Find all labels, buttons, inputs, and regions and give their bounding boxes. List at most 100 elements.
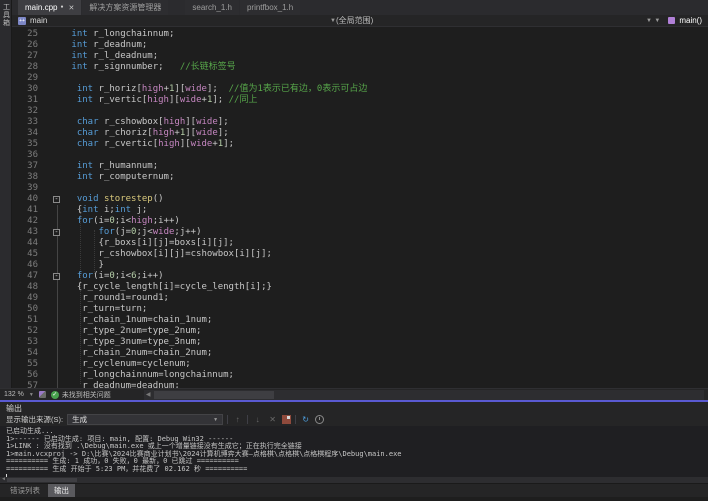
member-name: main() xyxy=(679,16,702,25)
code-text: r_type_2num=type_2num; xyxy=(66,326,201,337)
code-lines: 25 int r_longchainnum;26 int r_deadnum;2… xyxy=(12,29,708,388)
document-health-indicator[interactable]: ✓ 未找到相关问题 xyxy=(51,390,111,400)
outline-gutter xyxy=(42,29,66,40)
code-editor[interactable]: 25 int r_longchainnum;26 int r_deadnum;2… xyxy=(12,27,708,388)
cpp-file-icon: ++ xyxy=(18,17,26,25)
code-line: 45 r_cshowbox[i][j]=cshowbox[i][j]; xyxy=(12,249,708,260)
outline-gutter xyxy=(42,370,66,381)
outline-gutter xyxy=(42,95,66,106)
project-dropdown[interactable]: ++ main ▼ xyxy=(18,16,336,25)
line-number[interactable]: 49 xyxy=(12,293,42,304)
goto-next-message-icon[interactable]: ↓ xyxy=(252,414,263,425)
collapse-toggle[interactable]: - xyxy=(53,196,60,203)
outline-gutter xyxy=(42,73,66,84)
line-number[interactable]: 40 xyxy=(12,194,42,205)
code-line: 30 int r_horiz[high+1][wide]; //值为1表示已有边… xyxy=(12,84,708,95)
line-number[interactable]: 42 xyxy=(12,216,42,227)
outline-gutter xyxy=(42,62,66,73)
line-number[interactable]: 56 xyxy=(12,370,42,381)
toolbar-separator xyxy=(295,415,296,424)
panel-tab-输出[interactable]: 输出 xyxy=(48,484,75,497)
line-number[interactable]: 28 xyxy=(12,62,42,73)
code-text: r_cyclenum=cyclenum; xyxy=(66,359,191,370)
line-number[interactable]: 52 xyxy=(12,326,42,337)
output-log[interactable]: 已启动生成...1>------ 已启动生成: 项目: main, 配置: De… xyxy=(0,426,708,483)
line-number[interactable]: 53 xyxy=(12,337,42,348)
outline-gutter xyxy=(42,381,66,388)
code-line: 55 r_cyclenum=cyclenum; xyxy=(12,359,708,370)
line-number[interactable]: 47 xyxy=(12,271,42,282)
line-number[interactable]: 50 xyxy=(12,304,42,315)
line-number[interactable]: 26 xyxy=(12,40,42,51)
code-cleanup-icon[interactable] xyxy=(39,391,46,398)
output-panel: 输出 显示输出来源(S): 生成 ▼ ↑ ↓ ✕ ↻ 已启动生成...1>---… xyxy=(0,402,708,501)
line-number[interactable]: 29 xyxy=(12,73,42,84)
doc-tab-search_1.h[interactable]: search_1.h xyxy=(185,0,239,15)
line-number[interactable]: 39 xyxy=(12,183,42,194)
chevron-down-icon: ▼ xyxy=(213,417,218,423)
outline-gutter xyxy=(42,150,66,161)
copy-output-icon[interactable]: ✕ xyxy=(267,414,278,425)
scope-dropdown[interactable]: (全局范围) ▼ xyxy=(336,15,652,26)
collapse-toggle[interactable]: - xyxy=(53,273,60,280)
code-text: r_round1=round1; xyxy=(66,293,169,304)
panel-tab-错误列表[interactable]: 错误列表 xyxy=(4,484,46,497)
line-number[interactable]: 34 xyxy=(12,128,42,139)
code-line: 50 r_turn=turn; xyxy=(12,304,708,315)
goto-prev-message-icon[interactable]: ↑ xyxy=(232,414,243,425)
zoom-level[interactable]: 132 % xyxy=(4,391,24,398)
code-line: 49 r_round1=round1; xyxy=(12,293,708,304)
scroll-left-icon[interactable]: ◀ xyxy=(0,476,7,483)
outline-gutter xyxy=(42,117,66,128)
zoom-dropdown-icon[interactable]: ▼ xyxy=(29,392,34,398)
line-number[interactable]: 51 xyxy=(12,315,42,326)
close-icon[interactable]: ✕ xyxy=(69,4,75,12)
line-number[interactable]: 57 xyxy=(12,381,42,388)
line-number[interactable]: 36 xyxy=(12,150,42,161)
scrollbar-thumb[interactable] xyxy=(7,478,77,482)
check-circle-icon: ✓ xyxy=(51,391,59,399)
line-number[interactable]: 38 xyxy=(12,172,42,183)
line-number[interactable]: 25 xyxy=(12,29,42,40)
line-number[interactable]: 41 xyxy=(12,205,42,216)
line-number[interactable]: 45 xyxy=(12,249,42,260)
line-number[interactable]: 46 xyxy=(12,260,42,271)
doc-tab-解决方案资源管理器[interactable]: 解决方案资源管理器 xyxy=(82,0,168,15)
doc-tab-main.cpp[interactable]: main.cpp●✕ xyxy=(18,0,81,15)
output-source-select[interactable]: 生成 ▼ xyxy=(67,414,223,425)
timestamp-icon[interactable] xyxy=(315,415,324,424)
word-wrap-icon[interactable]: ↻ xyxy=(300,414,311,425)
line-number[interactable]: 48 xyxy=(12,282,42,293)
line-number[interactable]: 27 xyxy=(12,51,42,62)
code-line: 27 int r_l_deadnum; xyxy=(12,51,708,62)
outline-gutter xyxy=(42,315,66,326)
line-number[interactable]: 55 xyxy=(12,359,42,370)
outline-gutter xyxy=(42,205,66,216)
doc-tab-label: main.cpp xyxy=(25,3,57,12)
chevron-down-icon[interactable]: ▼ xyxy=(654,18,660,24)
doc-tab-printfbox_1.h[interactable]: printfbox_1.h xyxy=(240,0,300,15)
outline-gutter xyxy=(42,40,66,51)
line-number[interactable]: 35 xyxy=(12,139,42,150)
collapse-toggle[interactable]: - xyxy=(53,229,60,236)
line-number[interactable]: 44 xyxy=(12,238,42,249)
clear-all-icon[interactable] xyxy=(282,415,291,424)
line-number[interactable]: 54 xyxy=(12,348,42,359)
line-number[interactable]: 33 xyxy=(12,117,42,128)
output-line: ========== 生成 开始于 5:23 PM，并花费了 02.162 秒 … xyxy=(6,466,708,474)
member-dropdown[interactable]: ▼ main() xyxy=(652,16,702,25)
scroll-left-icon[interactable]: ◀ xyxy=(144,391,151,398)
output-horizontal-scrollbar[interactable]: ◀ xyxy=(0,477,708,483)
line-number[interactable]: 31 xyxy=(12,95,42,106)
horizontal-scrollbar[interactable]: ◀ xyxy=(144,390,704,400)
toolbar-separator xyxy=(247,415,248,424)
line-number[interactable]: 30 xyxy=(12,84,42,95)
code-line: 56 r_longchainnum=longchainnum; xyxy=(12,370,708,381)
line-number[interactable]: 43 xyxy=(12,227,42,238)
scrollbar-thumb[interactable] xyxy=(154,391,274,399)
line-number[interactable]: 32 xyxy=(12,106,42,117)
line-number[interactable]: 37 xyxy=(12,161,42,172)
outline-gutter xyxy=(42,161,66,172)
code-text: int r_longchainnum; xyxy=(66,29,174,40)
toolbox-side-tab[interactable]: 工具箱 xyxy=(0,0,12,388)
